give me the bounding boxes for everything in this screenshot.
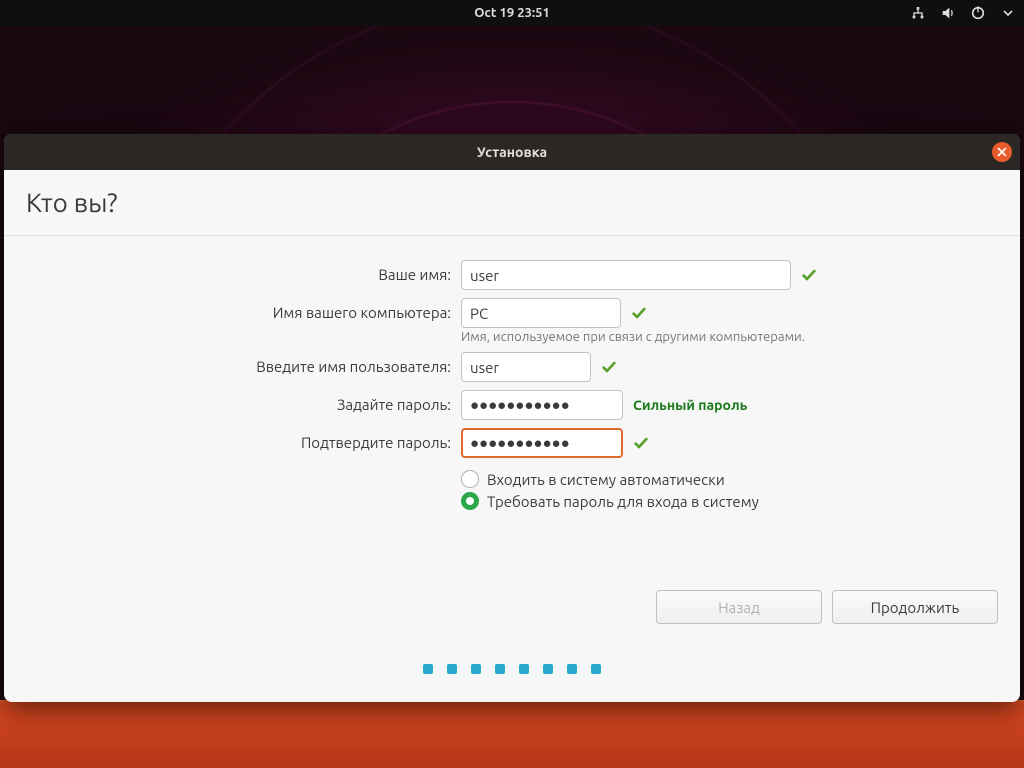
- hostname-hint: Имя, используемое при связи с другими ко…: [461, 330, 998, 344]
- radio-icon: [461, 470, 479, 488]
- progress-dots: [26, 664, 998, 674]
- radio-icon: [461, 492, 479, 510]
- check-icon: [601, 359, 617, 375]
- dot: [543, 664, 553, 674]
- chevron-down-icon[interactable]: [1000, 5, 1016, 21]
- installer-content: Кто вы? Ваше имя: Имя вашего компьютера:…: [4, 170, 1020, 702]
- desktop-accent-band: [0, 700, 1024, 768]
- check-icon: [633, 435, 649, 451]
- continue-button[interactable]: Продолжить: [832, 590, 998, 624]
- window-titlebar[interactable]: Установка: [4, 134, 1020, 170]
- clock[interactable]: Oct 19 23:51: [474, 6, 550, 20]
- dot: [591, 664, 601, 674]
- power-icon[interactable]: [970, 5, 986, 21]
- back-button[interactable]: Назад: [656, 590, 822, 624]
- password-strength: Сильный пароль: [633, 397, 747, 413]
- dot: [567, 664, 577, 674]
- installer-window: Установка Кто вы? Ваше имя: Имя вашего к…: [4, 134, 1020, 702]
- check-icon: [631, 305, 647, 321]
- username-input[interactable]: [461, 352, 591, 382]
- confirm-password-input[interactable]: [461, 428, 623, 458]
- label-username: Введите имя пользователя:: [26, 352, 461, 382]
- label-password: Задайте пароль:: [26, 390, 461, 420]
- gnome-top-bar[interactable]: Oct 19 23:51: [0, 0, 1024, 26]
- dot: [519, 664, 529, 674]
- name-input[interactable]: [461, 260, 791, 290]
- wizard-buttons: Назад Продолжить: [26, 580, 998, 630]
- page-heading: Кто вы?: [26, 188, 998, 217]
- password-input[interactable]: [461, 390, 623, 420]
- radio-label: Входить в систему автоматически: [487, 471, 725, 488]
- user-form: Ваше имя: Имя вашего компьютера: Имя, ис…: [26, 260, 998, 510]
- radio-require-password[interactable]: Требовать пароль для входа в систему: [461, 492, 998, 510]
- dot: [471, 664, 481, 674]
- hostname-input[interactable]: [461, 298, 621, 328]
- label-confirm: Подтвердите пароль:: [26, 428, 461, 458]
- close-icon: [997, 147, 1007, 157]
- volume-icon[interactable]: [940, 5, 956, 21]
- label-name: Ваше имя:: [26, 260, 461, 290]
- window-title: Установка: [477, 144, 547, 160]
- check-icon: [801, 267, 817, 283]
- dot: [447, 664, 457, 674]
- label-hostname: Имя вашего компьютера:: [26, 298, 461, 328]
- system-tray[interactable]: [910, 0, 1016, 26]
- close-button[interactable]: [992, 142, 1012, 162]
- network-icon[interactable]: [910, 5, 926, 21]
- dot: [423, 664, 433, 674]
- radio-auto-login[interactable]: Входить в систему автоматически: [461, 470, 998, 488]
- radio-label: Требовать пароль для входа в систему: [487, 493, 759, 510]
- divider: [4, 235, 1020, 236]
- dot: [495, 664, 505, 674]
